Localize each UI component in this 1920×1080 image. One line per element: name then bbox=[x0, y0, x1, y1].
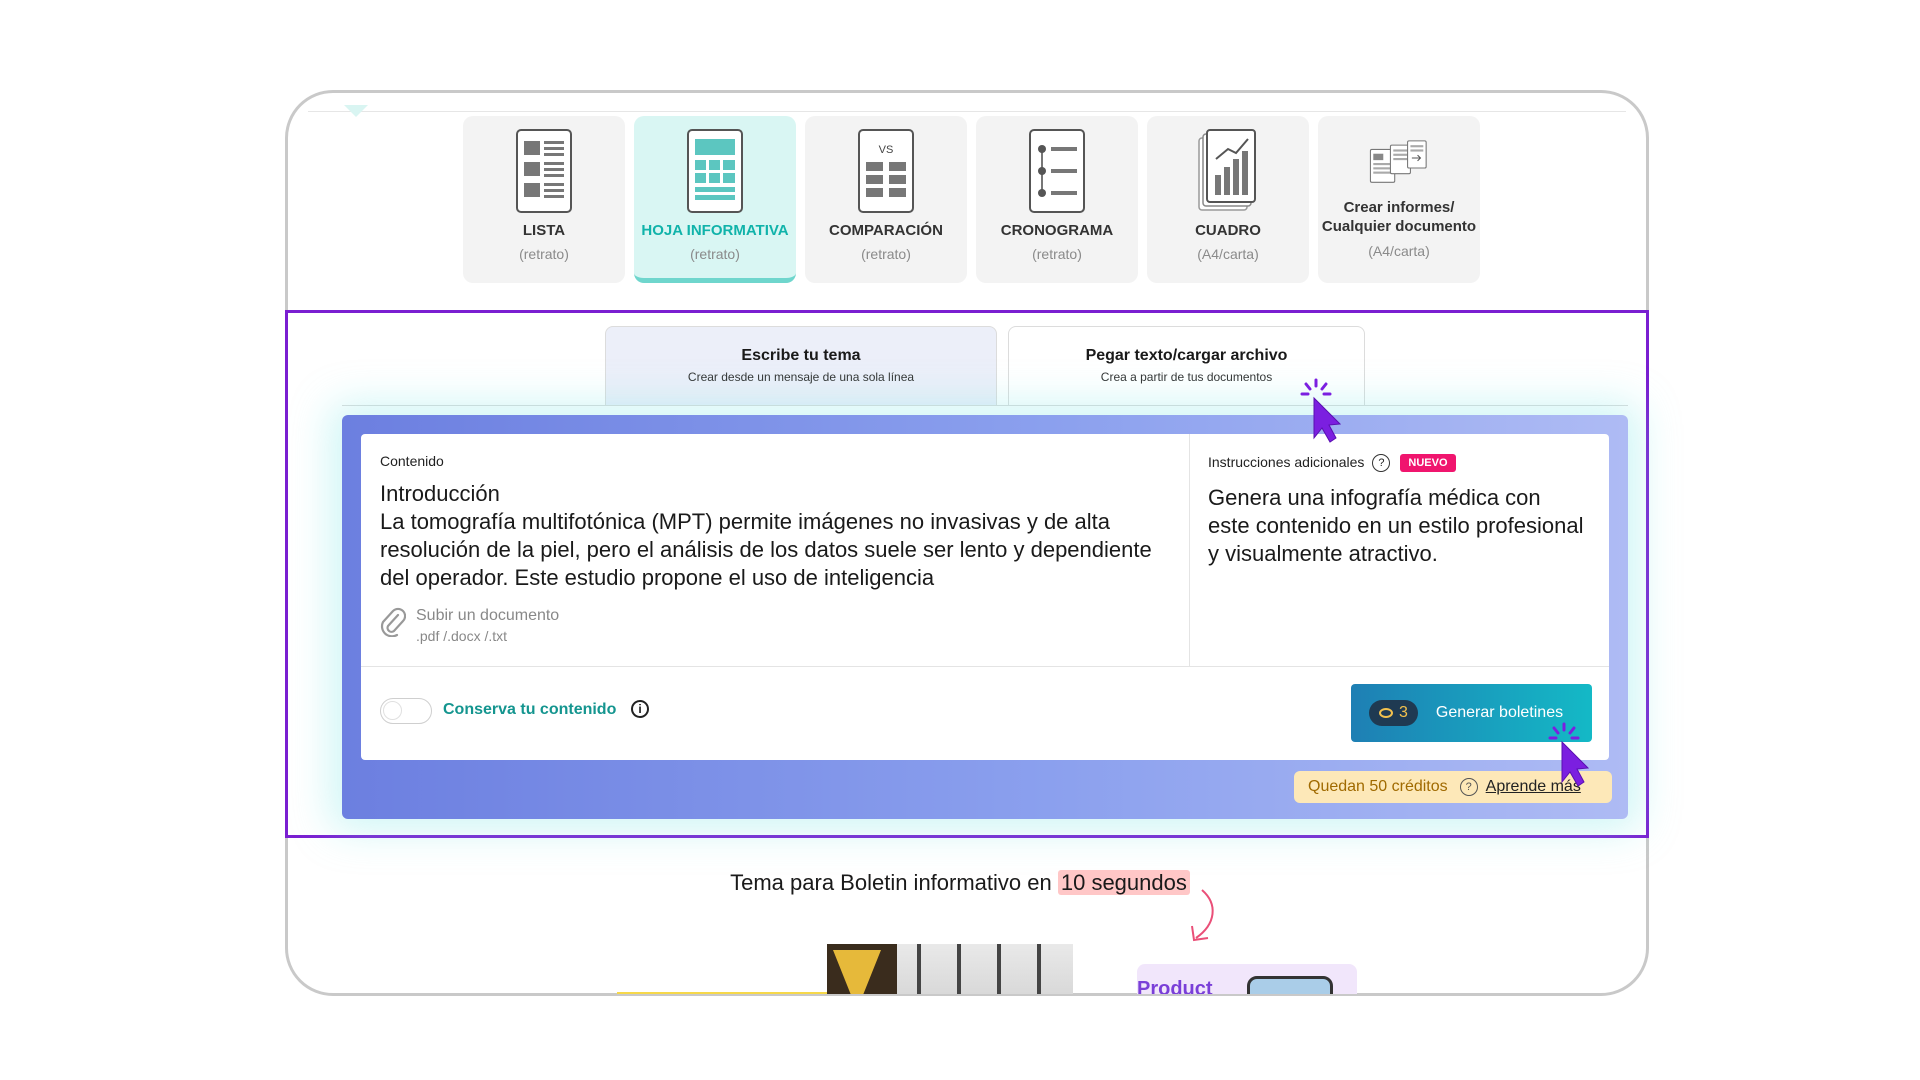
template-name: COMPARACIÓN bbox=[829, 222, 943, 239]
window-frame bbox=[957, 944, 961, 994]
template-card-cronograma[interactable]: CRONOGRAMA (retrato) bbox=[976, 116, 1138, 283]
column-divider bbox=[1189, 434, 1190, 666]
content-label: Contenido bbox=[380, 453, 444, 469]
template-card-cuadro[interactable]: CUADRO (A4/carta) bbox=[1147, 116, 1309, 283]
content-heading: Introducción bbox=[380, 481, 500, 506]
comparison-layout-icon: VS bbox=[856, 128, 916, 214]
template-name: CRONOGRAMA bbox=[1000, 222, 1114, 239]
preview-yellow-bar bbox=[617, 992, 827, 994]
tagline-highlight: 10 segundos bbox=[1057, 870, 1190, 895]
timeline-layout-icon bbox=[1027, 128, 1087, 214]
credits-help-icon[interactable]: ? bbox=[1459, 778, 1478, 796]
list-layout-icon bbox=[514, 128, 574, 214]
template-orientation: (retrato) bbox=[861, 246, 911, 262]
template-orientation: (retrato) bbox=[1032, 246, 1082, 262]
template-card-hoja-informativa[interactable]: HOJA INFORMATIVA (retrato) bbox=[634, 116, 796, 283]
input-card: Contenido Introducción La tomografía mul… bbox=[361, 434, 1609, 760]
template-picker: LISTA (retrato) HOJA INFORMATIVA (retrat… bbox=[463, 116, 1480, 283]
tab-title: Pegar texto/cargar archivo bbox=[1085, 347, 1288, 364]
preview-photo bbox=[897, 944, 1073, 994]
paperclip-icon bbox=[380, 607, 407, 644]
tab-divider bbox=[342, 405, 1628, 406]
input-panel: Contenido Introducción La tomografía mul… bbox=[342, 415, 1628, 819]
template-orientation: (A4/carta) bbox=[1368, 243, 1430, 259]
credit-cost-pill: 3 bbox=[1369, 700, 1418, 726]
vs-label: VS bbox=[879, 144, 894, 156]
generate-label: Generar boletines bbox=[1435, 704, 1564, 721]
preview-strip: Product bbox=[287, 930, 1647, 994]
window-frame bbox=[997, 944, 1001, 994]
window-frame bbox=[1037, 944, 1041, 994]
help-icon[interactable]: ? bbox=[1372, 454, 1391, 473]
preview-product-card: Product bbox=[1137, 964, 1357, 994]
upload-label: Subir un documento bbox=[416, 607, 560, 624]
tab-title: Escribe tu tema bbox=[741, 347, 861, 364]
template-card-lista[interactable]: LISTA (retrato) bbox=[463, 116, 625, 283]
documents-layout-icon bbox=[1369, 128, 1429, 198]
content-body: La tomografía multifotónica (MPT) permit… bbox=[380, 509, 1152, 590]
window-frame bbox=[917, 944, 921, 994]
instructions-textarea[interactable]: Genera una infografía médica con este co… bbox=[1208, 484, 1588, 568]
notch-decoration bbox=[344, 105, 368, 117]
tab-write-topic[interactable]: Escribe tu tema Crear desde un mensaje d… bbox=[605, 326, 997, 406]
newsletter-layout-icon bbox=[685, 128, 745, 214]
instructions-label: Instrucciones adicionales bbox=[1208, 454, 1365, 470]
template-card-comparacion[interactable]: VS COMPARACIÓN (retrato) bbox=[805, 116, 967, 283]
new-badge: NUEVO bbox=[1400, 454, 1456, 473]
divider bbox=[308, 111, 1626, 112]
row-divider bbox=[361, 666, 1609, 667]
upload-document-button[interactable]: Subir un documento .pdf /.docx /.txt bbox=[380, 607, 559, 644]
template-name: Crear informes/ Cualquier documento bbox=[1321, 199, 1477, 235]
template-name: CUADRO bbox=[1195, 222, 1261, 239]
logo-shape bbox=[833, 950, 881, 994]
toggle-knob bbox=[383, 701, 402, 720]
credits-remaining: Quedan 50 créditos bbox=[1308, 778, 1448, 795]
content-textarea[interactable]: Introducción La tomografía multifotónica… bbox=[380, 480, 1180, 592]
upload-formats: .pdf /.docx /.txt bbox=[416, 628, 508, 644]
preview-product-text: Product bbox=[1137, 978, 1213, 994]
template-card-crear-informes[interactable]: Crear informes/ Cualquier documento (A4/… bbox=[1318, 116, 1480, 283]
template-orientation: (retrato) bbox=[690, 246, 740, 262]
template-name: LISTA bbox=[522, 222, 566, 239]
template-orientation: (A4/carta) bbox=[1197, 246, 1259, 262]
keep-content-label: Conserva tu contenido bbox=[443, 701, 617, 718]
tab-subtitle: Crear desde un mensaje de una sola línea bbox=[687, 370, 915, 384]
phone-icon bbox=[1247, 976, 1333, 994]
tagline-prefix: Tema para Boletin informativo en bbox=[730, 870, 1058, 895]
preview-tile-logo bbox=[827, 944, 897, 994]
pointer-cursor-icon bbox=[1300, 378, 1342, 443]
tagline: Tema para Boletin informativo en 10 segu… bbox=[0, 870, 1920, 896]
info-icon[interactable]: i bbox=[631, 700, 649, 718]
coin-icon bbox=[1379, 708, 1393, 718]
keep-content-toggle[interactable] bbox=[380, 698, 432, 724]
template-name: HOJA INFORMATIVA bbox=[641, 222, 789, 239]
pointer-cursor-icon bbox=[1548, 722, 1590, 787]
instructions-header: Instrucciones adicionales? NUEVO bbox=[1208, 454, 1456, 473]
chart-layout-icon bbox=[1198, 128, 1258, 214]
credit-cost: 3 bbox=[1399, 704, 1408, 721]
template-orientation: (retrato) bbox=[519, 246, 569, 262]
